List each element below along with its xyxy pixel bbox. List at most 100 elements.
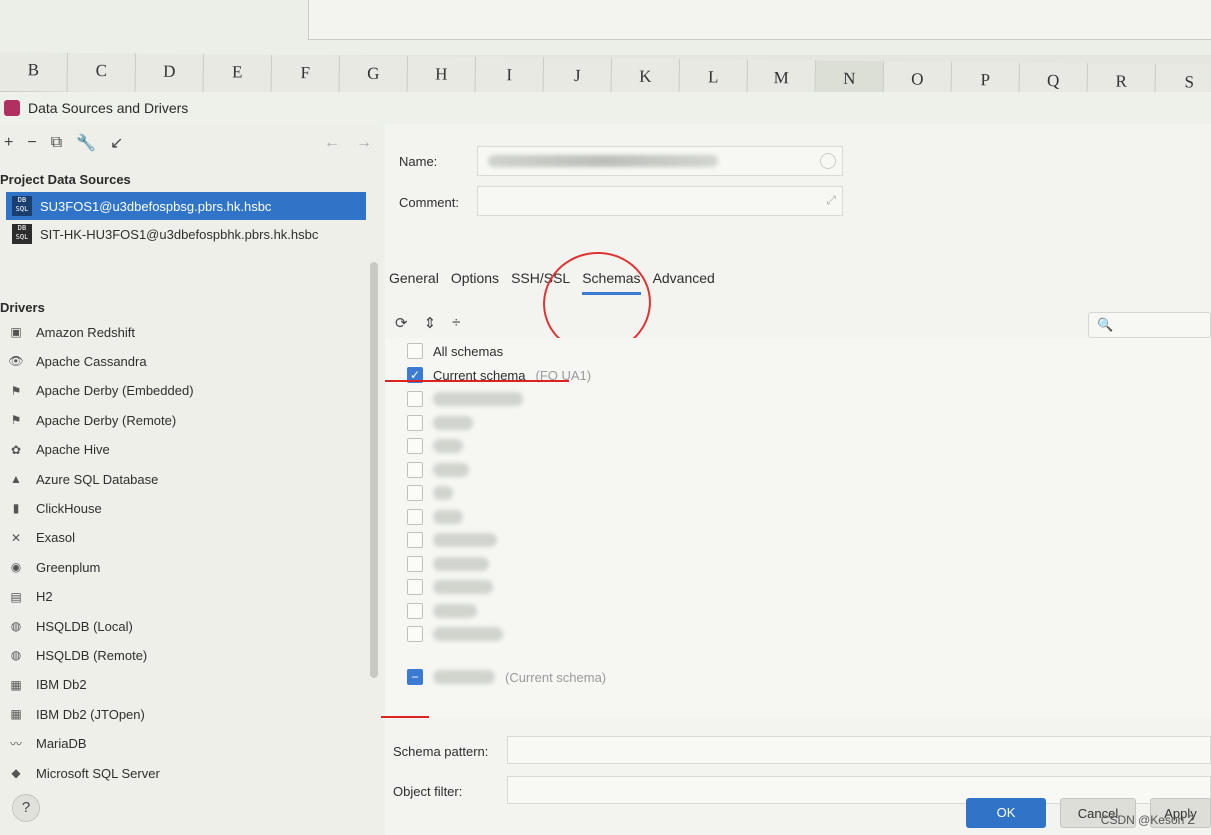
ok-button[interactable]: OK [966, 798, 1046, 828]
driver-label: Amazon Redshift [36, 324, 135, 340]
column-header: F [271, 54, 340, 96]
driver-item[interactable]: ▲ Azure SQL Database [8, 467, 158, 491]
driver-label: Microsoft SQL Server [36, 765, 160, 781]
driver-label: Apache Derby (Remote) [36, 412, 177, 428]
schema-row[interactable] [407, 482, 453, 504]
checkbox[interactable] [407, 626, 423, 642]
watermark: CSDN @Keson Z [1100, 813, 1195, 827]
name-label: Name: [399, 154, 438, 169]
redacted-schema [433, 580, 493, 594]
checkbox[interactable] [407, 391, 423, 407]
copy-icon[interactable]: ⧉ [51, 134, 62, 152]
schema-row[interactable] [407, 623, 503, 645]
column-header: H [407, 56, 476, 97]
tab-general[interactable]: General [389, 270, 439, 295]
redacted-schema [433, 439, 463, 453]
driver-item[interactable]: ◍ HSQLDB (Remote) [8, 643, 148, 667]
cassandra-icon: 👁 [8, 354, 24, 369]
comment-field[interactable]: ⤢ [477, 186, 843, 216]
checkbox[interactable] [407, 461, 423, 478]
tab-advanced[interactable]: Advanced [653, 270, 715, 295]
tab-options[interactable]: Options [451, 270, 499, 295]
schema-row[interactable] [407, 459, 469, 481]
left-scrollbar[interactable] [370, 262, 378, 678]
driver-label: Apache Hive [36, 442, 110, 458]
redacted-schema [433, 462, 469, 477]
schema-search-input[interactable]: 🔍 [1088, 312, 1211, 338]
expand-all-icon[interactable]: ⇕ [424, 314, 437, 332]
expand-icon[interactable]: ⤢ [826, 193, 836, 208]
color-picker-icon[interactable] [820, 153, 836, 169]
data-sources-dialog: Data Sources and Drivers + − ⧉ 🔧 ↙ ← → P… [0, 92, 1211, 835]
driver-label: Apache Derby (Embedded) [36, 383, 194, 399]
driver-item[interactable]: ✿ Apache Hive [8, 438, 110, 462]
schema-row-current[interactable]: ✓ Current schema (FO UA1) [407, 364, 591, 386]
db2-icon: ▦ [10, 707, 22, 722]
schema-row[interactable] [407, 506, 463, 528]
checkbox[interactable] [407, 579, 423, 595]
schema-row[interactable] [407, 553, 489, 575]
schema-row-default[interactable]: − (Current schema) [407, 666, 606, 688]
driver-item[interactable]: ✕ Exasol [8, 526, 75, 550]
redacted-schema [433, 627, 503, 641]
wrench-icon[interactable]: 🔧 [76, 133, 96, 153]
driver-item[interactable]: ▦ IBM Db2 (JTOpen) [8, 702, 145, 726]
driver-item[interactable]: ▤ H2 [8, 585, 52, 609]
forward-arrow-icon[interactable]: → [356, 134, 372, 152]
spreadsheet-background [0, 0, 1211, 55]
driver-label: ClickHouse [36, 500, 102, 516]
checkbox[interactable] [407, 438, 423, 454]
schema-row[interactable] [407, 435, 463, 457]
driver-item[interactable]: ◉ Greenplum [8, 555, 101, 579]
driver-item[interactable]: ◆ Microsoft SQL Server [8, 761, 160, 785]
schema-row[interactable] [407, 576, 493, 598]
refresh-icon[interactable]: ⟳ [395, 314, 408, 332]
checkbox[interactable] [407, 414, 423, 431]
dialog-title: Data Sources and Drivers [28, 100, 189, 116]
redshift-icon: ▣ [10, 325, 22, 339]
checkbox[interactable] [407, 485, 423, 501]
checkbox[interactable] [407, 343, 423, 359]
name-field[interactable] [477, 146, 843, 176]
schema-row-all[interactable]: All schemas [407, 340, 503, 362]
schema-row[interactable] [407, 600, 477, 622]
driver-item[interactable]: 〰 MariaDB [8, 732, 87, 756]
schema-pattern-input[interactable] [507, 736, 1211, 764]
mssql-icon: ◆ [11, 766, 21, 780]
driver-item[interactable]: ⚑ Apache Derby (Embedded) [8, 379, 194, 403]
driver-item[interactable]: ▮ ClickHouse [8, 496, 102, 520]
remove-icon[interactable]: − [27, 134, 36, 152]
collapse-all-icon[interactable]: ÷ [452, 314, 460, 332]
redacted-schema [433, 509, 463, 524]
back-arrow-icon[interactable]: ← [324, 134, 340, 152]
clickhouse-icon: ▮ [12, 501, 20, 516]
checkbox[interactable] [407, 532, 423, 548]
schema-row[interactable] [407, 412, 473, 434]
driver-item[interactable]: ▦ IBM Db2 [8, 673, 86, 697]
driver-item[interactable]: ◍ HSQLDB (Local) [8, 614, 133, 638]
driver-item[interactable]: ⚑ Apache Derby (Remote) [8, 408, 177, 432]
right-pane: Name: Comment: ⤢ General Options SSH/SSL… [381, 124, 1211, 835]
redacted-schema [433, 415, 473, 430]
data-source-item[interactable]: DB SQL SIT-HK-HU3FOS1@u3dbefospbhk.pbrs.h… [6, 220, 366, 248]
driver-item[interactable]: 👁 Apache Cassandra [8, 349, 146, 373]
exasol-icon: ✕ [10, 530, 22, 545]
data-source-item[interactable]: DB SQL SU3FOS1@u3dbefospbsg.pbrs.hk.hsbc [6, 192, 366, 220]
formula-bar [308, 0, 1211, 40]
checkbox-partial[interactable]: − [407, 669, 423, 685]
checkbox[interactable] [407, 555, 423, 572]
derby-icon: ⚑ [10, 413, 22, 428]
import-icon[interactable]: ↙ [110, 133, 123, 153]
redacted-schema [433, 533, 497, 547]
redacted-schema [433, 392, 523, 406]
checkbox[interactable] [407, 508, 423, 525]
schema-row[interactable] [407, 529, 497, 551]
driver-item[interactable]: ▣ Amazon Redshift [8, 320, 135, 344]
help-button[interactable]: ? [12, 794, 40, 822]
checkbox[interactable] [407, 602, 423, 619]
column-header: C [67, 52, 136, 94]
schema-row[interactable] [407, 388, 523, 410]
derby-icon: ⚑ [10, 383, 22, 398]
redacted-schema [433, 670, 495, 684]
add-icon[interactable]: + [4, 134, 13, 152]
